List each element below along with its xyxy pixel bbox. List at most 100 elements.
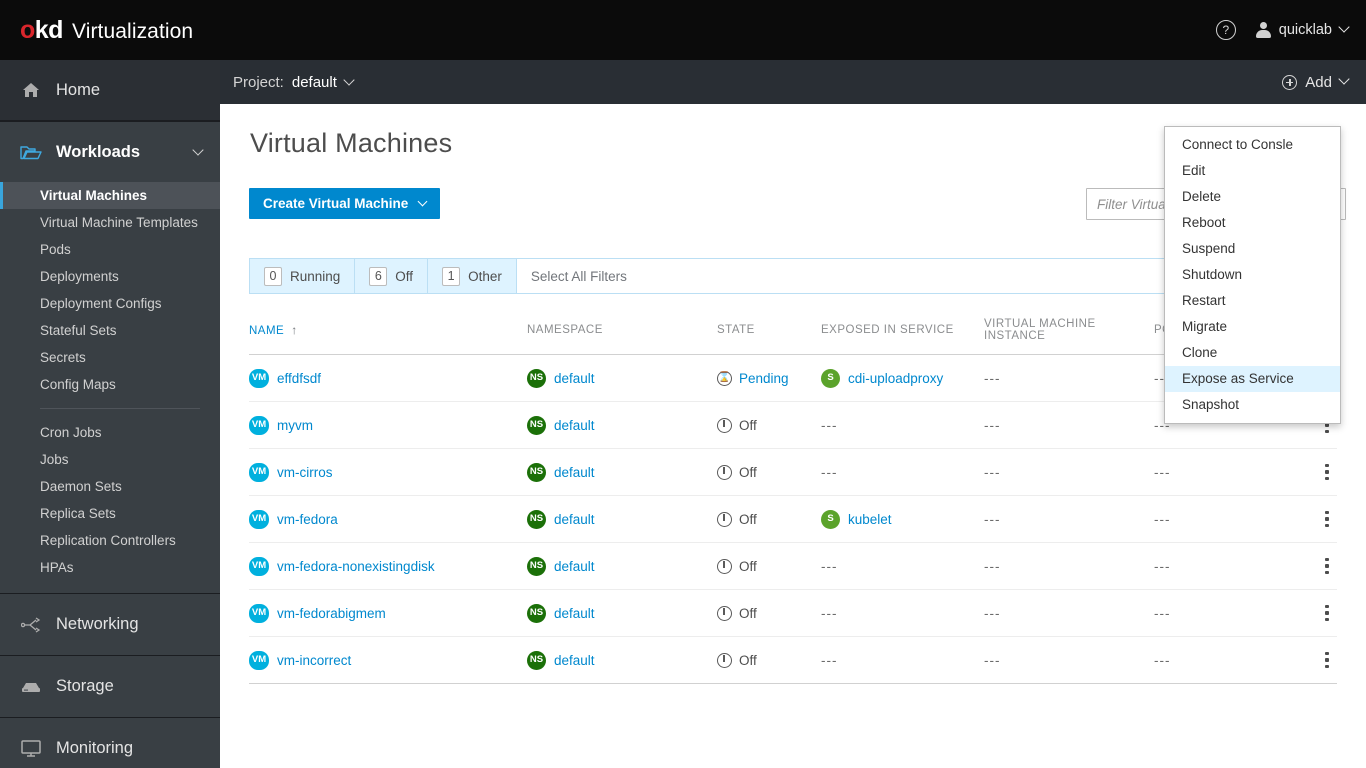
menu-item-migrate[interactable]: Migrate xyxy=(1165,314,1340,340)
cell-pod: --- xyxy=(1154,495,1294,543)
sidebar: Home Workloads Virtual Machines Virtual … xyxy=(0,60,220,768)
menu-item-suspend[interactable]: Suspend xyxy=(1165,236,1340,262)
sidebar-item-home[interactable]: Home xyxy=(0,60,220,121)
select-all-filters-button[interactable]: Select All Filters xyxy=(517,259,641,293)
sidebar-item-label: Cron Jobs xyxy=(40,425,102,440)
sidebar-item-deployment-configs[interactable]: Deployment Configs xyxy=(0,290,220,317)
namespace-badge-icon: NS xyxy=(527,462,546,482)
row-actions-kebab-icon[interactable] xyxy=(1317,649,1337,671)
vm-name-link[interactable]: vm-fedora xyxy=(277,512,338,527)
sidebar-section-workloads[interactable]: Workloads xyxy=(0,122,220,182)
user-menu[interactable]: quicklab xyxy=(1255,21,1350,38)
cell-exposed-in-service: --- xyxy=(821,448,984,496)
sidebar-item-virtual-machine-templates[interactable]: Virtual Machine Templates xyxy=(0,209,220,236)
vm-name-link[interactable]: effdfsdf xyxy=(277,371,321,386)
sidebar-item-storage[interactable]: Storage xyxy=(0,656,220,717)
menu-item-reboot[interactable]: Reboot xyxy=(1165,210,1340,236)
sidebar-item-monitoring[interactable]: Monitoring xyxy=(0,718,220,768)
namespace-link[interactable]: default xyxy=(554,606,595,621)
brand-kd-letters: kd xyxy=(34,15,64,44)
sidebar-item-config-maps[interactable]: Config Maps xyxy=(0,371,220,398)
namespace-link[interactable]: default xyxy=(554,418,595,433)
sidebar-item-daemon-sets[interactable]: Daemon Sets xyxy=(0,473,220,500)
add-button[interactable]: Add xyxy=(1282,73,1350,91)
sidebar-item-virtual-machines[interactable]: Virtual Machines xyxy=(0,182,220,209)
vm-badge-icon: VM xyxy=(249,415,269,435)
cell-name: VM vm-fedora xyxy=(249,495,527,543)
networking-icon xyxy=(20,616,42,633)
menu-item-connect-to-console[interactable]: Connect to Consle xyxy=(1165,132,1340,158)
help-button[interactable]: ? xyxy=(1215,20,1236,40)
column-header-virtual-machine-instance[interactable]: VIRTUAL MACHINE INSTANCE xyxy=(984,310,1154,355)
row-actions-kebab-icon[interactable] xyxy=(1317,461,1337,483)
sidebar-item-pods[interactable]: Pods xyxy=(0,236,220,263)
vm-name-link[interactable]: vm-fedora-nonexistingdisk xyxy=(277,559,435,574)
row-actions-kebab-icon[interactable] xyxy=(1317,602,1337,624)
namespace-link[interactable]: default xyxy=(554,465,595,480)
cell-namespace: NS default xyxy=(527,354,717,402)
chevron-down-icon[interactable] xyxy=(192,143,204,162)
row-actions-kebab-icon[interactable] xyxy=(1317,555,1337,577)
menu-item-snapshot[interactable]: Snapshot xyxy=(1165,392,1340,418)
monitor-icon xyxy=(20,740,42,757)
filter-count-running: 0 xyxy=(264,266,282,286)
column-header-state[interactable]: STATE xyxy=(717,310,821,355)
sidebar-item-secrets[interactable]: Secrets xyxy=(0,344,220,371)
column-header-name[interactable]: NAME ↑ xyxy=(249,310,527,355)
chevron-down-icon xyxy=(1338,21,1350,33)
namespace-badge-icon: NS xyxy=(527,650,546,670)
column-header-namespace[interactable]: NAMESPACE xyxy=(527,310,717,355)
menu-item-expose-as-service[interactable]: Expose as Service xyxy=(1165,366,1340,392)
brand-logo[interactable]: okd Virtualization xyxy=(0,16,193,45)
row-actions-kebab-icon[interactable] xyxy=(1317,508,1337,530)
row-actions-menu: Connect to Consle Edit Delete Reboot Sus… xyxy=(1164,126,1341,424)
sidebar-item-deployments[interactable]: Deployments xyxy=(0,263,220,290)
sidebar-item-jobs[interactable]: Jobs xyxy=(0,446,220,473)
service-link[interactable]: cdi-uploadproxy xyxy=(848,371,943,386)
cell-vmi: --- xyxy=(984,354,1154,402)
vm-name-link[interactable]: vm-incorrect xyxy=(277,653,351,668)
cell-vmi: --- xyxy=(984,401,1154,449)
filter-pill-running[interactable]: 0 Running xyxy=(250,259,356,293)
power-off-icon xyxy=(717,652,732,668)
create-virtual-machine-button[interactable]: Create Virtual Machine xyxy=(249,188,441,219)
filter-pill-off[interactable]: 6 Off xyxy=(355,259,429,293)
namespace-link[interactable]: default xyxy=(554,559,595,574)
menu-item-delete[interactable]: Delete xyxy=(1165,184,1340,210)
menu-item-shutdown[interactable]: Shutdown xyxy=(1165,262,1340,288)
menu-item-clone[interactable]: Clone xyxy=(1165,340,1340,366)
sidebar-item-replica-sets[interactable]: Replica Sets xyxy=(0,500,220,527)
menu-item-edit[interactable]: Edit xyxy=(1165,158,1340,184)
namespace-link[interactable]: default xyxy=(554,371,595,386)
vm-name-link[interactable]: vm-fedorabigmem xyxy=(277,606,386,621)
vm-badge-icon: VM xyxy=(249,556,269,576)
page-title: Virtual Machines xyxy=(250,128,453,158)
sidebar-item-cron-jobs[interactable]: Cron Jobs xyxy=(0,419,220,446)
cell-namespace: NS default xyxy=(527,542,717,590)
chevron-down-icon[interactable] xyxy=(343,73,355,91)
sidebar-item-label: Deployments xyxy=(40,269,119,284)
cell-state: Off xyxy=(717,495,821,543)
masthead: okd Virtualization ? quicklab xyxy=(0,0,1366,60)
filter-pill-other[interactable]: 1 Other xyxy=(428,259,517,293)
sidebar-item-stateful-sets[interactable]: Stateful Sets xyxy=(0,317,220,344)
chevron-down-icon xyxy=(417,196,428,207)
namespace-link[interactable]: default xyxy=(554,653,595,668)
service-link[interactable]: kubelet xyxy=(848,512,892,527)
cell-exposed-in-service: --- xyxy=(821,636,984,684)
sidebar-item-replication-controllers[interactable]: Replication Controllers xyxy=(0,527,220,554)
user-icon xyxy=(1255,22,1271,38)
sidebar-section-label: Workloads xyxy=(56,142,141,161)
sidebar-item-hpas[interactable]: HPAs xyxy=(0,554,220,581)
storage-icon xyxy=(20,680,42,694)
column-header-name-label: NAME xyxy=(249,325,285,337)
vm-name-link[interactable]: myvm xyxy=(277,418,313,433)
brand-okd-text: okd xyxy=(20,16,63,45)
sidebar-item-networking[interactable]: Networking xyxy=(0,594,220,655)
cell-pod: --- xyxy=(1154,448,1294,496)
menu-item-restart[interactable]: Restart xyxy=(1165,288,1340,314)
vm-name-link[interactable]: vm-cirros xyxy=(277,465,333,480)
column-header-exposed-in-service[interactable]: EXPOSED IN SERVICE xyxy=(821,310,984,355)
project-value[interactable]: default xyxy=(292,74,337,91)
namespace-link[interactable]: default xyxy=(554,512,595,527)
